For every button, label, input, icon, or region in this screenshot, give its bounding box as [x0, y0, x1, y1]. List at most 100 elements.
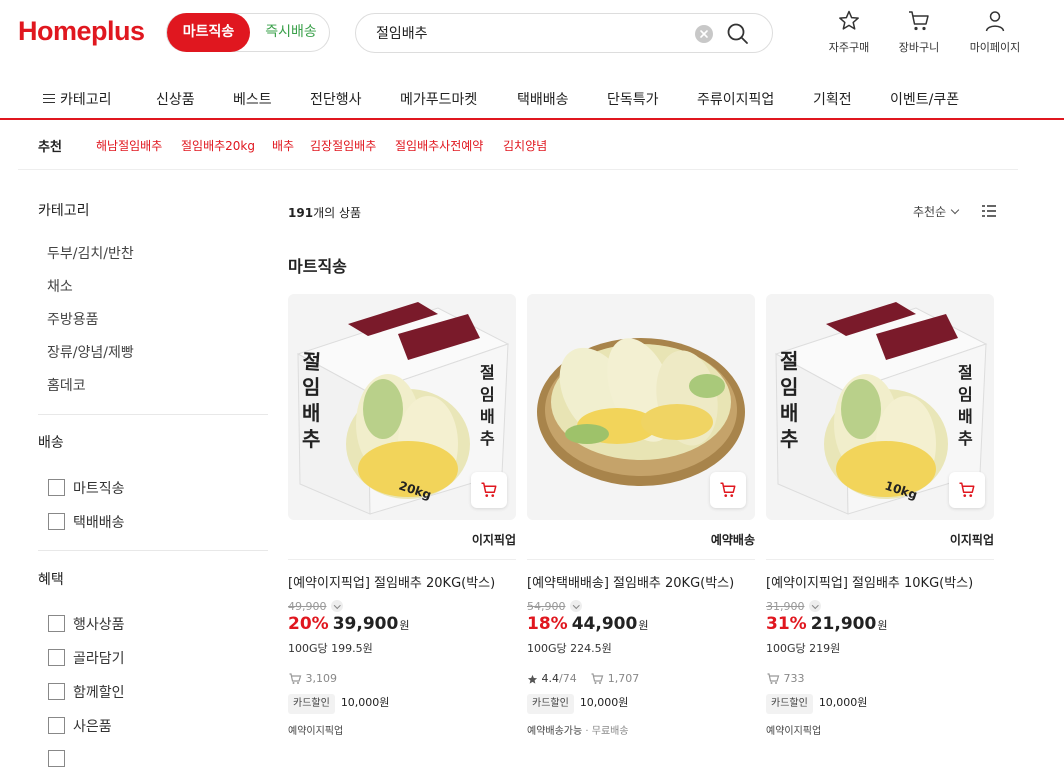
checkbox[interactable] — [48, 513, 65, 530]
add-to-cart-button[interactable] — [949, 472, 985, 508]
benefit-option-label[interactable]: 사은품 — [73, 716, 112, 736]
cart-button[interactable]: 장바구니 — [884, 9, 954, 59]
delivery-option-label[interactable]: 마트직송 — [73, 478, 125, 498]
nav-item-flyer[interactable]: 전단행사 — [310, 89, 362, 109]
sale-price: 20% 39,900원 — [288, 614, 410, 634]
unit-price: 100G당 224.5원 — [527, 642, 612, 655]
purchase-count: 1,707 — [607, 672, 640, 685]
add-to-cart-button[interactable] — [471, 472, 507, 508]
svg-text:임: 임 — [302, 375, 320, 399]
product-name[interactable]: [예약이지픽업] 절임배추 10KG(박스) — [766, 572, 973, 591]
delivery-note: 예약이지픽업 — [288, 726, 344, 737]
checkbox[interactable] — [48, 649, 65, 666]
nav-item-promotions[interactable]: 기획전 — [813, 89, 852, 109]
category-filter-item[interactable]: 채소 — [47, 276, 73, 296]
svg-text:배: 배 — [302, 401, 320, 425]
frequent-purchase-label: 자주구매 — [828, 41, 870, 54]
mart-delivery-tab[interactable]: 마트직송 — [167, 13, 250, 52]
discount-rate: 20% — [288, 614, 329, 634]
nav-item-exclusive-deals[interactable]: 단독특가 — [607, 89, 659, 109]
price-amount: 21,900 — [810, 614, 877, 634]
star-icon — [527, 674, 538, 684]
my-page-button[interactable]: 마이페이지 — [960, 9, 1030, 59]
original-price: 54,900 — [527, 600, 582, 613]
delivery-note: 예약이지픽업 — [766, 726, 822, 737]
list-view-icon[interactable] — [982, 204, 996, 218]
price-amount: 44,900 — [571, 614, 638, 634]
clear-search-icon[interactable] — [695, 25, 713, 43]
keyword-link[interactable]: 김치양념 — [503, 137, 547, 154]
product-card[interactable]: 예약배송 [예약택배배송] 절임배추 20KG(박스) 54,900 18% 44… — [527, 294, 755, 753]
add-to-cart-button[interactable] — [710, 472, 746, 508]
delivery-type-tag: 이지픽업 — [949, 533, 994, 547]
chevron-down-icon[interactable] — [330, 600, 343, 612]
category-filter-item[interactable]: 홈데코 — [47, 375, 86, 395]
nav-item-best[interactable]: 베스트 — [233, 89, 272, 109]
category-menu-button[interactable]: 카테고리 — [43, 89, 112, 109]
svg-text:절: 절 — [780, 349, 798, 373]
product-image[interactable]: 10kg 절 임 배 추 절 임 배 추 — [766, 294, 994, 520]
benefit-option-label[interactable]: 골라담기 — [73, 648, 125, 668]
svg-text:절: 절 — [302, 349, 322, 374]
svg-text:임: 임 — [958, 385, 973, 404]
checkbox[interactable] — [48, 717, 65, 734]
keyword-link[interactable]: 절임배추20kg — [181, 137, 255, 154]
keyword-link[interactable]: 배추 — [272, 137, 294, 154]
nav-item-events-coupons[interactable]: 이벤트/쿠폰 — [890, 89, 959, 109]
product-image[interactable] — [527, 294, 755, 520]
card-discount-badge: 카드할인 — [288, 694, 335, 714]
svg-text:추: 추 — [780, 427, 798, 451]
user-icon — [985, 11, 1005, 32]
delivery-type-tag: 예약배송 — [710, 533, 755, 547]
checkbox[interactable] — [48, 479, 65, 496]
search-icon[interactable] — [726, 22, 750, 46]
price-amount: 39,900 — [332, 614, 399, 634]
benefit-option-label[interactable]: 함께할인 — [73, 682, 125, 702]
delivery-note: 예약배송가능 · 무료배송 — [527, 726, 629, 737]
product-card[interactable]: 20kg 절 임 배 추 절 임 배 추 이지픽업 [예약이지픽업] 절임배추 … — [288, 294, 516, 753]
divider — [527, 559, 755, 560]
svg-text:임: 임 — [780, 375, 798, 399]
star-icon — [839, 10, 859, 30]
instant-delivery-tab[interactable]: 즉시배송 — [255, 14, 327, 51]
nav-item-new[interactable]: 신상품 — [156, 89, 195, 109]
chevron-down-icon[interactable] — [569, 600, 582, 612]
chevron-down-icon[interactable] — [808, 600, 821, 612]
keyword-link[interactable]: 해남절임배추 — [96, 137, 162, 154]
sort-dropdown[interactable]: 추천순 — [913, 203, 960, 220]
card-discount-amount: 10,000원 — [340, 696, 390, 709]
recommended-keywords: 추천 해남절임배추 절임배추20kg 배추 김장절임배추 절임배추사전예약 김치… — [18, 122, 1018, 170]
original-price: 31,900 — [766, 600, 821, 613]
product-card[interactable]: 10kg 절 임 배 추 절 임 배 추 이지픽업 [예약이지픽업] 절임배추 … — [766, 294, 994, 753]
product-name[interactable]: [예약택배배송] 절임배추 20KG(박스) — [527, 572, 734, 591]
checkbox[interactable] — [48, 615, 65, 632]
unit-price: 100G당 219원 — [766, 642, 841, 655]
category-filter-item[interactable]: 주방용품 — [47, 309, 99, 329]
keyword-link[interactable]: 김장절임배추 — [310, 137, 376, 154]
category-filter-item[interactable]: 두부/김치/반찬 — [47, 243, 134, 263]
purchase-icon — [289, 673, 302, 684]
search-input[interactable] — [376, 22, 696, 44]
checkbox[interactable] — [48, 683, 65, 700]
sale-price: 31% 21,900원 — [766, 614, 888, 634]
cart-icon — [909, 11, 929, 31]
nav-item-liquor-pickup[interactable]: 주류이지픽업 — [697, 89, 774, 109]
product-name[interactable]: [예약이지픽업] 절임배추 20KG(박스) — [288, 572, 495, 591]
keyword-link[interactable]: 절임배추사전예약 — [395, 137, 483, 154]
delivery-type-tag: 이지픽업 — [471, 533, 516, 547]
nav-item-mega-food-market[interactable]: 메가푸드마켓 — [400, 89, 477, 109]
divider — [38, 414, 268, 415]
card-discount-badge: 카드할인 — [527, 694, 574, 714]
product-image[interactable]: 20kg 절 임 배 추 절 임 배 추 — [288, 294, 516, 520]
category-filter-item[interactable]: 장류/양념/제빵 — [47, 342, 134, 362]
cart-icon — [720, 482, 736, 497]
purchase-icon — [767, 673, 780, 684]
delivery-option-label[interactable]: 택배배송 — [73, 512, 125, 532]
benefit-option-label[interactable]: 행사상품 — [73, 614, 125, 634]
svg-text:배: 배 — [958, 407, 973, 426]
homeplus-logo[interactable]: Homeplus — [18, 16, 145, 47]
nav-item-parcel-delivery[interactable]: 택배배송 — [517, 89, 569, 109]
header: Homeplus 마트직송 즉시배송 자주구매 장바구니 마이페이지 — [0, 0, 1064, 72]
svg-text:절: 절 — [480, 363, 495, 382]
frequent-purchase-button[interactable]: 자주구매 — [814, 9, 884, 59]
